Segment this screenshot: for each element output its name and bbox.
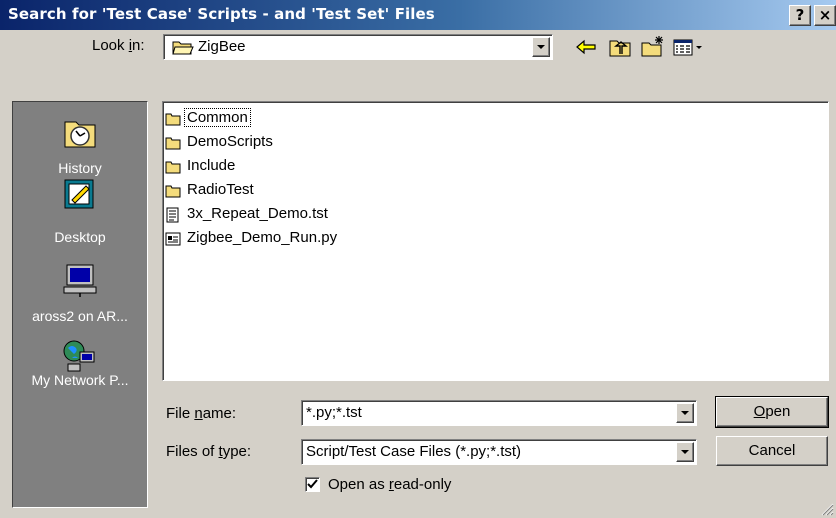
file-name-combobox[interactable]	[301, 400, 697, 426]
title-bar[interactable]: Search for 'Test Case' Scripts - and 'Te…	[0, 0, 836, 30]
network-drive-icon	[63, 264, 97, 297]
open-button[interactable]: Open	[715, 396, 829, 428]
python-file-icon	[165, 232, 181, 246]
file-name-input[interactable]	[306, 404, 666, 421]
folder-icon	[165, 137, 181, 150]
place-network-places-label: My Network P...	[31, 372, 129, 388]
view-menu-icon[interactable]	[672, 34, 706, 60]
folder-icon	[165, 161, 181, 174]
file-list[interactable]: Common DemoScripts Include RadioTest 3x_…	[162, 101, 829, 381]
file-type-dropdown-button[interactable]	[676, 442, 694, 462]
read-only-label[interactable]: Open as read-only	[328, 476, 451, 493]
folder-icon	[165, 185, 181, 198]
open-file-dialog: Search for 'Test Case' Scripts - and 'Te…	[0, 0, 836, 518]
look-in-combobox[interactable]: ZigBee	[163, 34, 553, 60]
place-desktop-label: Desktop	[54, 229, 106, 245]
file-name-label: File name:	[166, 405, 237, 422]
history-icon	[64, 121, 96, 148]
place-desktop[interactable]: Desktop	[13, 170, 147, 250]
new-folder-icon[interactable]	[640, 34, 666, 60]
cancel-button[interactable]: Cancel	[716, 436, 828, 466]
folder-icon	[165, 113, 181, 126]
file-name: Include	[187, 157, 236, 174]
look-in-label: Look in:	[92, 37, 145, 54]
network-places-icon	[63, 340, 95, 372]
file-name: Zigbee_Demo_Run.py	[187, 229, 338, 246]
file-type-value: Script/Test Case Files (*.py;*.tst)	[306, 443, 522, 460]
close-button[interactable]: ×	[814, 5, 836, 26]
window-title: Search for 'Test Case' Scripts - and 'Te…	[8, 5, 435, 23]
file-type-select[interactable]: Script/Test Case Files (*.py;*.tst)	[301, 439, 697, 465]
checkmark-icon	[307, 479, 318, 489]
text-file-icon	[166, 207, 179, 223]
up-folder-icon[interactable]	[608, 34, 632, 60]
file-type-label: Files of type:	[166, 443, 252, 460]
file-name: RadioTest	[187, 181, 254, 198]
back-arrow-icon[interactable]	[574, 34, 598, 60]
file-name-dropdown-button[interactable]	[676, 403, 694, 423]
file-name: DemoScripts	[187, 133, 273, 150]
look-in-value: ZigBee	[198, 38, 246, 55]
place-network-drive[interactable]: aross2 on AR...	[13, 254, 147, 334]
help-button[interactable]: ?	[789, 5, 811, 26]
look-in-dropdown-button[interactable]	[532, 37, 550, 57]
open-folder-icon	[172, 41, 194, 55]
file-name: Common	[184, 108, 251, 127]
places-bar: History Desktop aross2 on AR... My Netwo…	[12, 101, 148, 508]
place-network-drive-label: aross2 on AR...	[32, 308, 128, 324]
desktop-icon	[64, 179, 94, 209]
file-name: 3x_Repeat_Demo.tst	[187, 205, 328, 222]
resize-grip-icon[interactable]	[820, 502, 834, 516]
place-network-places[interactable]: My Network P...	[13, 334, 147, 414]
read-only-checkbox[interactable]	[305, 477, 320, 492]
